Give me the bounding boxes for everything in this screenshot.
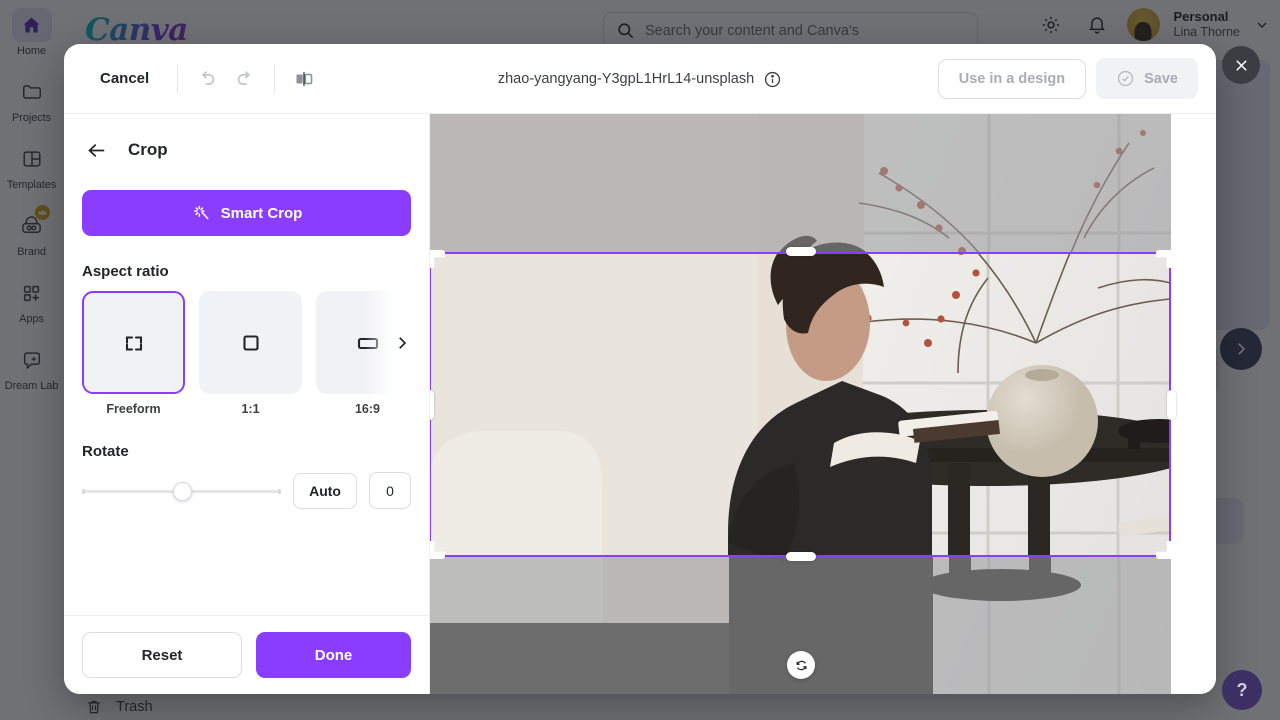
rotate-slider[interactable]	[82, 481, 282, 501]
rotate-reset-icon	[796, 660, 806, 670]
panel-footer: Reset Done	[64, 615, 429, 694]
aspect-ratio-option-freeform[interactable]: Freeform	[82, 291, 185, 416]
auto-rotate-button[interactable]: Auto	[293, 472, 357, 509]
slider-tick-min	[82, 488, 85, 494]
info-icon[interactable]	[763, 70, 782, 89]
freeform-crop-icon	[125, 335, 142, 351]
save-button[interactable]: Save	[1096, 58, 1198, 99]
smart-crop-label: Smart Crop	[220, 204, 303, 222]
close-modal-button[interactable]	[1222, 46, 1260, 84]
square-box	[199, 291, 302, 394]
aspect-ratio-label-freeform: Freeform	[106, 402, 161, 416]
aspect-ratio-label: Aspect ratio	[82, 263, 169, 280]
crop-handle-right[interactable]	[1167, 390, 1176, 420]
image-stage[interactable]	[430, 114, 1216, 694]
aspect-ratio-next-button[interactable]	[365, 291, 411, 394]
rotate-label: Rotate	[82, 443, 129, 460]
panel-title: Crop	[128, 140, 168, 159]
editor-toolbar: Cancel zhao-yangyang-Y3gpL1HrL14-unsplas…	[64, 44, 1216, 114]
panel-content: Smart Crop Aspect ratio Freeform 1:1 16:…	[64, 174, 429, 615]
crop-preview-window	[430, 252, 1171, 557]
toolbar-divider-1	[177, 64, 179, 93]
undo-icon[interactable]	[188, 60, 226, 98]
screen: Home Projects Templates	[0, 0, 1280, 720]
help-button[interactable]: ?	[1222, 670, 1262, 710]
toolbar-actions: Use in a design Save	[937, 58, 1198, 99]
editor-body: Crop Smart Crop Aspect ratio Freeform 1:…	[64, 114, 1216, 694]
smart-crop-button[interactable]: Smart Crop	[82, 190, 411, 236]
aspect-ratio-option-1-1[interactable]: 1:1	[199, 291, 302, 416]
aspect-ratio-list: Freeform 1:1 16:9	[82, 291, 411, 416]
slider-tick-max	[278, 488, 282, 494]
rotate-degrees-input[interactable]	[369, 472, 411, 509]
crop-handle-left[interactable]	[430, 390, 434, 420]
flip-horizontal-icon[interactable]	[285, 60, 323, 98]
done-button[interactable]: Done	[256, 632, 411, 678]
crop-handle-bottom[interactable]	[786, 552, 816, 561]
crop-handle-top[interactable]	[786, 247, 816, 256]
photo-editor-modal: Cancel zhao-yangyang-Y3gpL1HrL14-unsplas…	[64, 44, 1216, 694]
cancel-button[interactable]: Cancel	[82, 61, 167, 96]
arrow-left-icon[interactable]	[82, 136, 110, 164]
close-icon	[1235, 59, 1247, 71]
freeform-box	[82, 291, 185, 394]
rotate-slider-thumb[interactable]	[172, 481, 192, 501]
panel-header: Crop	[64, 114, 429, 174]
file-name: zhao-yangyang-Y3gpL1HrL14-unsplash	[497, 71, 755, 87]
aspect-ratio-label-1-1: 1:1	[241, 402, 260, 416]
magic-wand-icon	[193, 205, 209, 220]
use-in-design-button[interactable]: Use in a design	[937, 58, 1087, 99]
rotate-reset-button[interactable]	[787, 651, 815, 679]
photo-image-bright	[430, 252, 1170, 557]
rotate-controls: Auto	[82, 472, 411, 509]
save-label: Save	[1144, 70, 1178, 87]
check-circle-icon	[1117, 70, 1134, 87]
redo-icon[interactable]	[226, 60, 264, 98]
toolbar-divider-2	[274, 64, 276, 93]
square-icon	[242, 334, 259, 351]
aspect-ratio-label-16-9: 16:9	[354, 402, 381, 416]
reset-button[interactable]: Reset	[82, 632, 242, 678]
chevron-right-icon	[399, 336, 407, 349]
crop-panel: Crop Smart Crop Aspect ratio Freeform 1:…	[64, 114, 430, 694]
